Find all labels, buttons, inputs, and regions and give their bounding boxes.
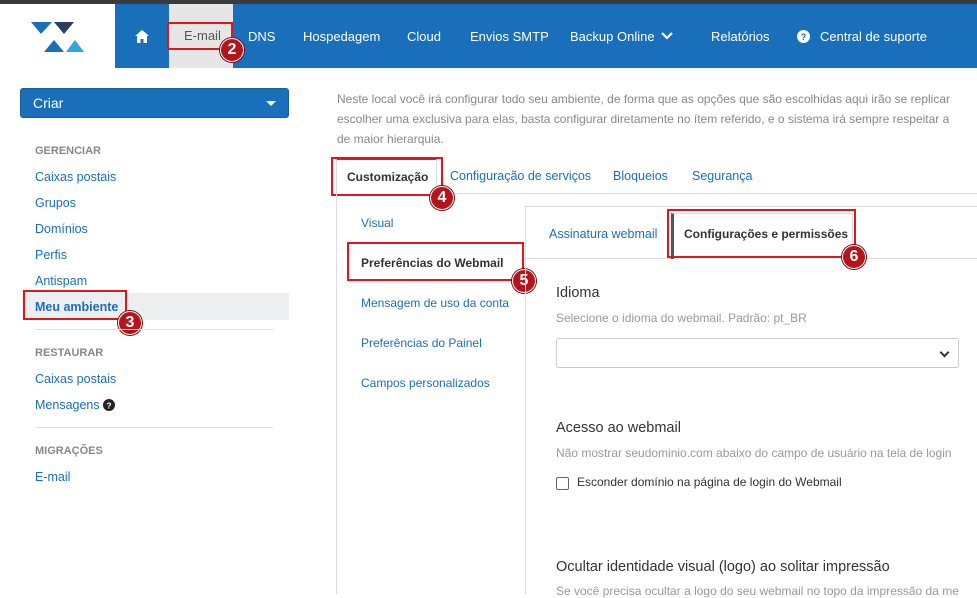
nav-relatorios[interactable]: Relatórios bbox=[711, 4, 770, 68]
intro-text: Neste local você irá configurar todo seu… bbox=[337, 89, 977, 149]
section-heading-restore: RESTAURAR bbox=[35, 347, 104, 359]
chevron-down-icon bbox=[939, 347, 950, 358]
subnav-campos-personalizados[interactable]: Campos personalizados bbox=[361, 376, 490, 390]
hide-logo-title: Ocultar identidade visual (logo) ao soli… bbox=[556, 559, 890, 575]
sidebar-item-migration-email[interactable]: E-mail bbox=[35, 470, 70, 484]
help-icon[interactable]: ? bbox=[103, 399, 115, 411]
sidebar-item-mensagens[interactable]: Mensagens bbox=[35, 398, 100, 412]
content-left-border bbox=[336, 193, 337, 594]
hide-domain-checkbox[interactable] bbox=[556, 477, 569, 490]
intro-line: Neste local você irá configurar todo seu… bbox=[337, 92, 951, 106]
highlight-box-preferencias bbox=[347, 242, 524, 281]
sidebar-item-perfis[interactable]: Perfis bbox=[35, 248, 67, 262]
step-badge-6: 6 bbox=[842, 245, 866, 269]
subnav-mensagem-uso[interactable]: Mensagem de uso da conta bbox=[361, 296, 509, 310]
create-dropdown-button[interactable]: Criar bbox=[20, 88, 289, 118]
top-navigation-bar: E-mail DNS Hospedagem Cloud Envios SMTP … bbox=[0, 0, 977, 68]
language-title: Idioma bbox=[556, 285, 600, 301]
webmail-access-title: Acesso ao webmail bbox=[556, 420, 681, 436]
create-button-label: Criar bbox=[33, 95, 64, 111]
tab-bloqueios[interactable]: Bloqueios bbox=[613, 169, 668, 183]
subnav-preferencias-painel[interactable]: Preferências do Painel bbox=[361, 336, 482, 350]
sidebar-item-caixas-postais[interactable]: Caixas postais bbox=[35, 170, 116, 184]
step-badge-2: 2 bbox=[220, 38, 244, 62]
step-badge-3: 3 bbox=[118, 311, 142, 335]
hide-logo-help: Se você precisa ocultar a logo do seu we… bbox=[556, 584, 959, 598]
sidebar-item-dominios[interactable]: Domínios bbox=[35, 222, 88, 236]
logo[interactable] bbox=[0, 4, 115, 68]
intro-line: escolher uma exclusiva para elas, basta … bbox=[337, 112, 950, 126]
tab-configuracao-servicos[interactable]: Configuração de serviços bbox=[450, 169, 591, 183]
home-icon bbox=[135, 29, 149, 43]
chevron-down-icon[interactable] bbox=[661, 32, 673, 40]
caret-down-icon bbox=[266, 101, 276, 106]
logo-icon bbox=[31, 22, 84, 52]
nav-backup-online[interactable]: Backup Online bbox=[570, 4, 655, 68]
highlight-box-meu-ambiente bbox=[23, 290, 127, 320]
subnav-visual[interactable]: Visual bbox=[361, 216, 393, 230]
sidebar-item-antispam[interactable]: Antispam bbox=[35, 274, 87, 288]
home-button[interactable] bbox=[120, 4, 164, 68]
tab-seguranca[interactable]: Segurança bbox=[692, 169, 752, 183]
nav-envios-smtp[interactable]: Envios SMTP bbox=[470, 4, 549, 68]
inner-tab-assinatura[interactable]: Assinatura webmail bbox=[549, 227, 657, 241]
nav-central-suporte[interactable]: Central de suporte bbox=[820, 4, 927, 68]
webmail-access-help: Não mostrar seudominio.com abaixo do cam… bbox=[556, 446, 952, 460]
nav-hospedagem[interactable]: Hospedagem bbox=[303, 4, 380, 68]
sidebar-divider bbox=[35, 427, 273, 428]
language-help: Selecione o idioma do webmail. Padrão: p… bbox=[556, 311, 807, 325]
question-circle-icon: ? bbox=[797, 30, 810, 43]
intro-line: de maior hierarquia. bbox=[337, 132, 444, 146]
svg-text:?: ? bbox=[106, 400, 111, 410]
settings-panel bbox=[525, 206, 977, 594]
sidebar-divider bbox=[35, 329, 273, 330]
highlight-box-customizacao bbox=[331, 157, 443, 196]
svg-text:?: ? bbox=[801, 32, 807, 42]
nav-dns[interactable]: DNS bbox=[248, 4, 275, 68]
section-heading-manage: GERENCIAR bbox=[35, 145, 102, 157]
language-select[interactable] bbox=[556, 338, 959, 368]
hide-domain-label[interactable]: Esconder domínio na página de login do W… bbox=[577, 475, 842, 489]
sidebar-item-grupos[interactable]: Grupos bbox=[35, 196, 76, 210]
section-heading-migrations: MIGRAÇÕES bbox=[35, 445, 103, 457]
sidebar-item-restore-caixas[interactable]: Caixas postais bbox=[35, 372, 116, 386]
highlight-box-configuracoes bbox=[667, 209, 856, 258]
nav-cloud[interactable]: Cloud bbox=[407, 4, 441, 68]
step-badge-4: 4 bbox=[430, 186, 454, 210]
